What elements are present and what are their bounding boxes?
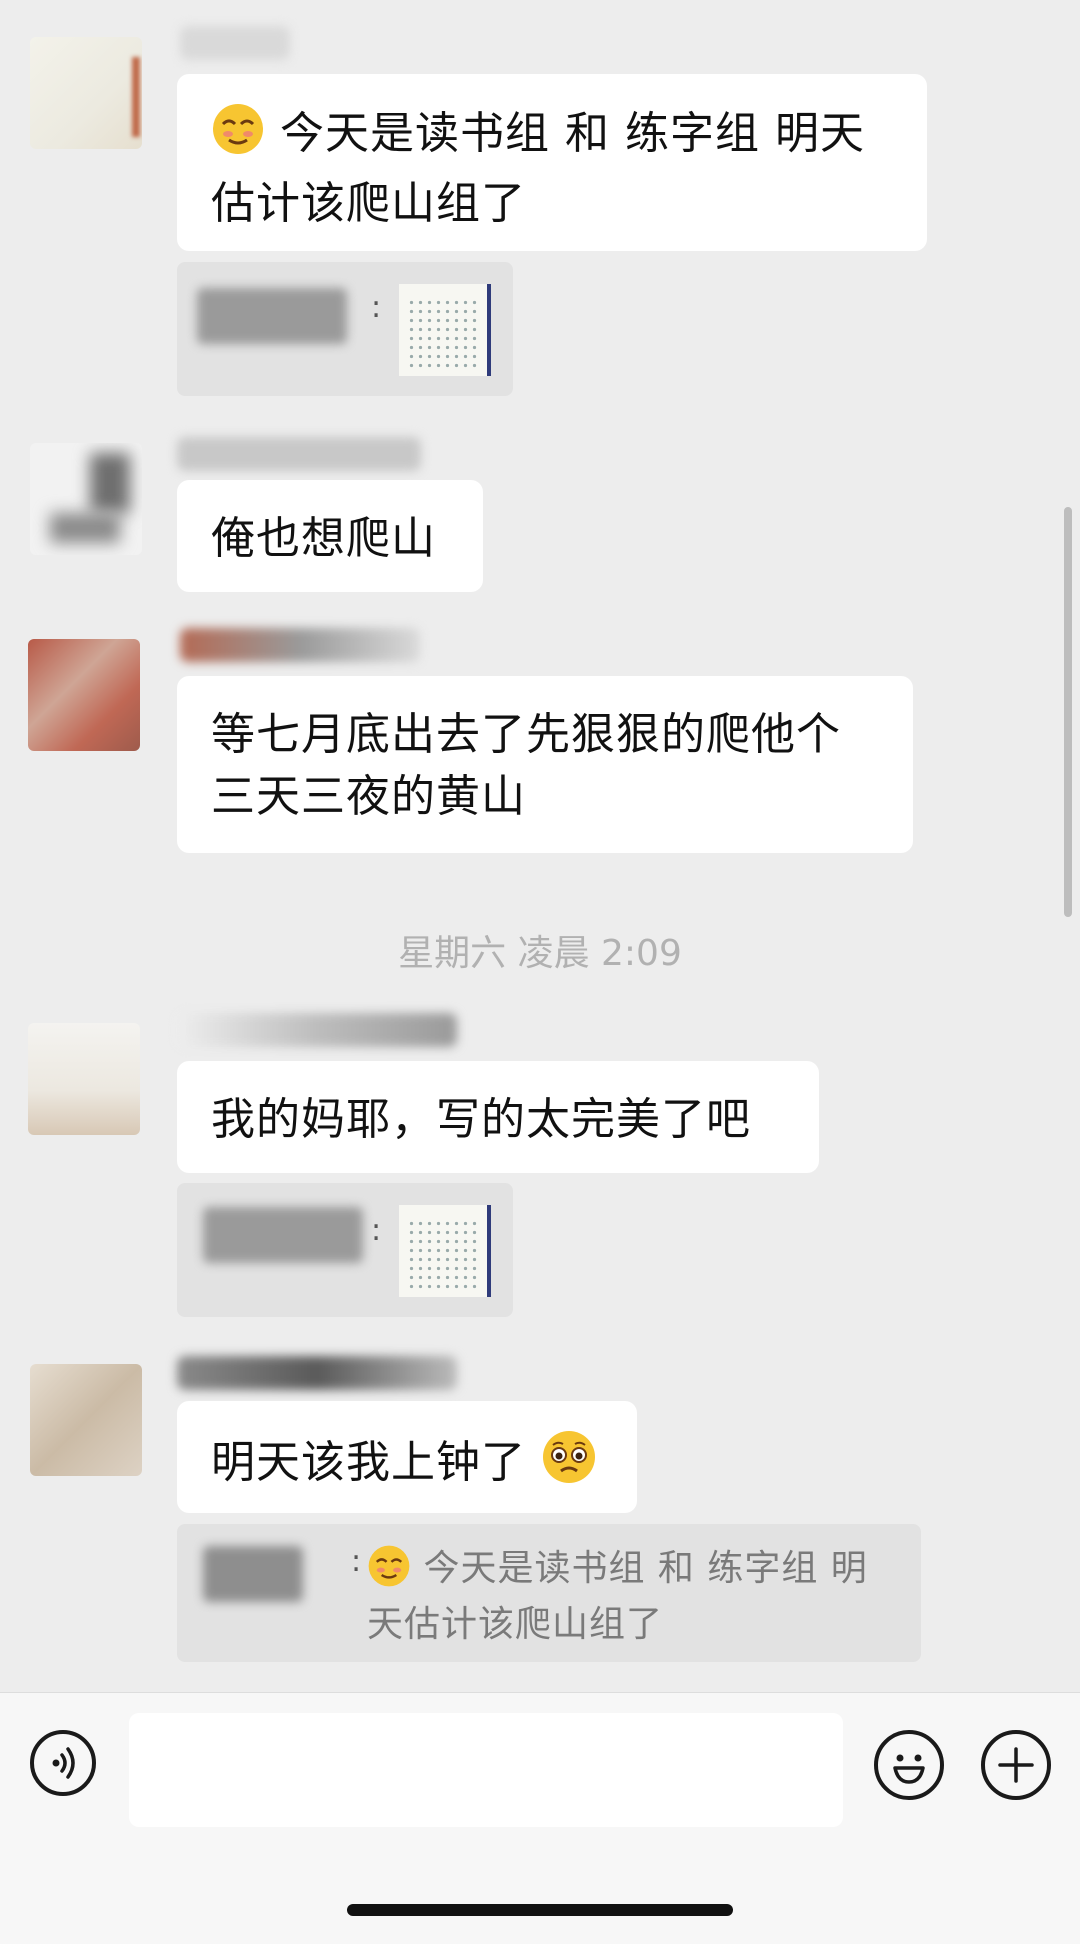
sender-name (180, 628, 420, 662)
quote-text: 今天是读书组 和 练字组 明天估计该爬山组了 (367, 1544, 897, 1649)
message-text: 俺也想爬山 (211, 513, 436, 564)
home-indicator[interactable] (347, 1904, 733, 1916)
quote-sender (197, 288, 347, 344)
message-bubble[interactable]: 今天是读书组 和 练字组 明天估计该爬山组了 (177, 74, 927, 251)
message-text: 我的妈耶，写的太完美了吧 (211, 1094, 751, 1145)
scrollbar[interactable] (1064, 507, 1072, 917)
quote-colon: : (371, 1213, 382, 1248)
avatar[interactable] (30, 443, 142, 555)
quote-reply[interactable]: : (177, 1183, 513, 1317)
quote-reply[interactable]: : (177, 262, 513, 396)
voice-button[interactable] (30, 1730, 96, 1796)
plus-button[interactable] (981, 1730, 1051, 1800)
sender-name (177, 437, 421, 471)
avatar[interactable] (30, 1364, 142, 1476)
sender-name (177, 1013, 457, 1047)
emoji-button[interactable] (874, 1730, 944, 1800)
message-text: 等七月底出去了先狠狠的爬他个三天三夜的黄山 (211, 709, 841, 822)
timestamp: 星期六 凌晨 2:09 (398, 933, 682, 974)
emoji-icon (893, 1754, 925, 1784)
sender-name (180, 26, 290, 60)
message-text: 今天是读书组 和 练字组 明天估计该爬山组了 (211, 108, 865, 229)
quote-reply[interactable]: : 今天是读书组 和 练字组 明天估计该爬山组了 (177, 1524, 921, 1662)
plus-icon (998, 1747, 1034, 1783)
message-bubble[interactable]: 俺也想爬山 (177, 480, 483, 592)
quote-sender (203, 1207, 363, 1263)
quote-colon: : (351, 1544, 362, 1579)
input-bar (0, 1692, 1080, 1944)
quote-colon: : (371, 290, 382, 325)
message-bubble[interactable]: 等七月底出去了先狠狠的爬他个三天三夜的黄山 (177, 676, 913, 853)
message-bubble[interactable]: 明天该我上钟了 (177, 1401, 637, 1513)
chat-area[interactable]: 今天是读书组 和 练字组 明天估计该爬山组了 : 俺也想爬山 等七月底出去了先狠… (0, 0, 1080, 1692)
image-thumbnail[interactable] (399, 1205, 491, 1297)
message-bubble[interactable]: 我的妈耶，写的太完美了吧 (177, 1061, 819, 1173)
voice-icon (52, 1747, 75, 1779)
avatar[interactable] (30, 37, 142, 149)
smiley-emoji-icon (367, 1544, 411, 1601)
image-thumbnail[interactable] (399, 284, 491, 376)
sender-name (177, 1356, 457, 1390)
message-input[interactable] (129, 1713, 843, 1827)
quote-sender (203, 1546, 303, 1602)
message-text: 明天该我上钟了 (211, 1437, 526, 1488)
pleading-emoji-icon (541, 1429, 597, 1502)
smiley-emoji-icon (211, 102, 265, 173)
avatar[interactable] (28, 1023, 140, 1135)
avatar[interactable] (28, 639, 140, 751)
